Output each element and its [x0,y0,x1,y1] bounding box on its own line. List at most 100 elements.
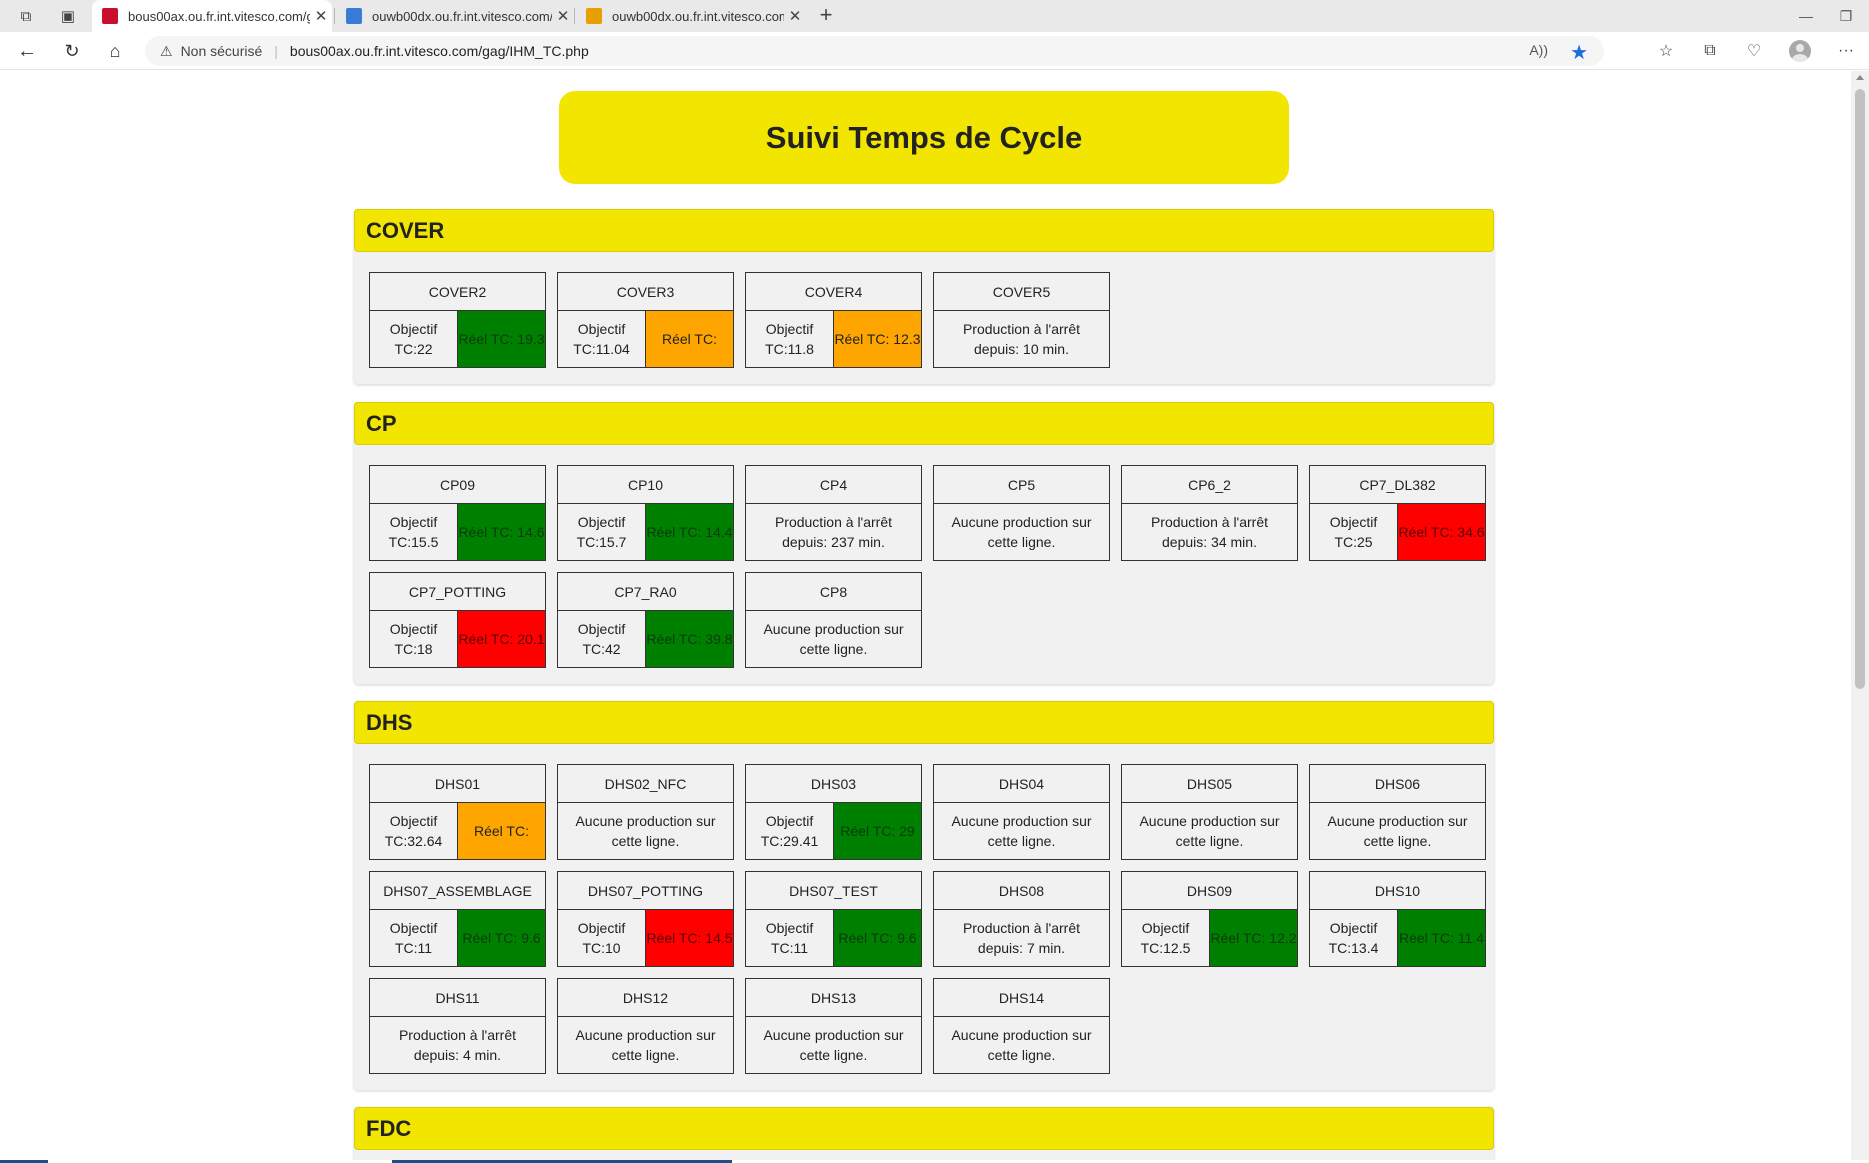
back-icon[interactable]: ← [12,37,42,65]
close-tab-icon[interactable]: ✕ [552,7,574,25]
section-cover: COVER COVER2 Objectif TC:22 Réel TC: 19.3 C… [354,209,1494,384]
line-name: CP7_DL382 [1310,466,1485,504]
line-name: CP8 [746,573,921,611]
read-aloud-icon[interactable]: A)) [1529,42,1548,58]
line-status-message: Production à l'arrêt depuis: 7 min. [962,920,1081,956]
collections-icon[interactable]: ⧉ [1696,38,1724,64]
close-tab-icon[interactable]: ✕ [310,7,332,25]
line-body: Objectif TC:15.5 Réel TC: 14.6 [370,504,545,560]
line-name: DHS13 [746,979,921,1017]
line-status-message: Production à l'arrêt depuis: 10 min. [962,321,1081,357]
line-card: COVER5 Production à l'arrêt depuis: 10 mi… [933,272,1110,368]
line-body: Objectif TC:11 Réel TC: 9.6 [746,910,921,966]
tab-title: ouwb00dx.ou.fr.int.vitesco.com/C [372,8,552,24]
line-status-message: Production à l'arrêt depuis: 237 min. [774,514,893,550]
line-card: DHS06 Aucune production sur cette ligne. [1309,764,1486,860]
line-card: CP7_POTTING Objectif TC:18 Réel TC: 20.1 [369,572,546,668]
refresh-icon[interactable]: ↻ [57,37,87,65]
actual-cycle-time: Réel TC: 29 [834,803,921,859]
actual-cycle-time: Réel TC: 9.6 [834,910,921,966]
address-bar[interactable]: ⚠ Non sécurisé | bous00ax.ou.fr.int.vite… [145,36,1604,66]
line-body: Production à l'arrêt depuis: 34 min. [1122,504,1297,560]
line-card: DHS04 Aucune production sur cette ligne. [933,764,1110,860]
warning-icon[interactable]: ⚠ [160,43,173,60]
tab-ouwb00dx-1[interactable]: ouwb00dx.ou.fr.int.vitesco.com/C ✕ [336,0,574,32]
profile-avatar[interactable] [1786,38,1814,64]
line-status-message: Aucune production sur cette ligne. [763,621,904,657]
line-body: Objectif TC:42 Réel TC: 39.8 [558,611,733,667]
line-card: CP8 Aucune production sur cette ligne. [745,572,922,668]
line-name: CP09 [370,466,545,504]
actual-cycle-time: Réel TC: [458,803,545,859]
line-status-message: Production à l'arrêt depuis: 34 min. [1150,514,1269,550]
objective-value: Objectif TC:22 [370,311,458,367]
line-card: DHS07_POTTING Objectif TC:10 Réel TC: 14.5 [557,871,734,967]
page-scrollbar[interactable] [1851,71,1869,1163]
line-name: COVER3 [558,273,733,311]
objective-value: Objectif TC:32.64 [370,803,458,859]
security-label[interactable]: Non sécurisé [181,43,263,59]
line-card: COVER2 Objectif TC:22 Réel TC: 19.3 [369,272,546,368]
line-status-message: Production à l'arrêt depuis: 4 min. [398,1027,517,1063]
line-body: Aucune production sur cette ligne. [934,504,1109,560]
line-card: DHS08 Production à l'arrêt depuis: 7 min. [933,871,1110,967]
line-card: DHS03 Objectif TC:29.41 Réel TC: 29 [745,764,922,860]
line-card: COVER3 Objectif TC:11.04 Réel TC: [557,272,734,368]
actual-cycle-time: Réel TC: 39.8 [646,611,733,667]
line-body: Objectif TC:32.64 Réel TC: [370,803,545,859]
line-body: Objectif TC:25 Réel TC: 34.6 [1310,504,1485,560]
line-name: DHS07_ASSEMBLAGE [370,872,545,910]
actual-cycle-time: Réel TC: 20.1 [458,611,545,667]
line-card: DHS13 Aucune production sur cette ligne. [745,978,922,1074]
section-header: FDC [354,1107,1494,1150]
browser-essentials-icon[interactable]: ♡ [1740,38,1768,64]
browser-toolbar: ← ↻ ⌂ ⚠ Non sécurisé | bous00ax.ou.fr.in… [0,32,1869,70]
site-favicon-icon [102,8,118,24]
new-tab-button[interactable]: + [812,2,840,30]
line-card: CP7_DL382 Objectif TC:25 Réel TC: 34.6 [1309,465,1486,561]
line-status-message: Aucune production sur cette ligne. [575,813,716,849]
line-card: CP5 Aucune production sur cette ligne. [933,465,1110,561]
section-dhs: DHS DHS01 Objectif TC:32.64 Réel TC: DHS02_… [354,701,1494,1090]
close-tab-icon[interactable]: ✕ [784,7,806,25]
vertical-tabs-icon[interactable]: ▣ [54,4,82,28]
line-card: DHS05 Aucune production sur cette ligne. [1121,764,1298,860]
line-name: CP10 [558,466,733,504]
line-body: Production à l'arrêt depuis: 10 min. [934,311,1109,367]
more-options-icon[interactable]: ··· [1832,38,1860,64]
line-body: Aucune production sur cette ligne. [1310,803,1485,859]
line-card: COVER4 Objectif TC:11.8 Réel TC: 12.3 [745,272,922,368]
line-name: DHS02_NFC [558,765,733,803]
minimize-icon[interactable]: — [1786,4,1826,28]
favorites-icon[interactable]: ☆ [1652,38,1680,64]
scroll-up-icon[interactable] [1856,75,1864,80]
section-header: COVER [354,209,1494,252]
section-cp: CP CP09 Objectif TC:15.5 Réel TC: 14.6 CP10… [354,402,1494,684]
objective-value: Objectif TC:15.7 [558,504,646,560]
workspaces-icon[interactable]: ⧉ [12,4,40,28]
home-icon[interactable]: ⌂ [100,37,130,65]
actual-cycle-time: Réel TC: 34.6 [1398,504,1485,560]
line-body: Objectif TC:11.8 Réel TC: 12.3 [746,311,921,367]
line-body: Production à l'arrêt depuis: 237 min. [746,504,921,560]
line-name: DHS05 [1122,765,1297,803]
tab-ihm-tc[interactable]: bous00ax.ou.fr.int.vitesco.com/gag/IHM_T… [92,0,332,32]
line-name: CP7_POTTING [370,573,545,611]
line-body: Objectif TC:18 Réel TC: 20.1 [370,611,545,667]
line-name: DHS04 [934,765,1109,803]
restore-icon[interactable]: ❐ [1826,4,1866,28]
section-body: CP09 Objectif TC:15.5 Réel TC: 14.6 CP10 Obj… [354,445,1494,684]
objective-value: Objectif TC:11 [746,910,834,966]
line-body: Objectif TC:12.5 Réel TC: 12.2 [1122,910,1297,966]
tab-title: bous00ax.ou.fr.int.vitesco.com/gag/IHM_T… [128,8,310,24]
line-body: Aucune production sur cette ligne. [746,1017,921,1073]
favorite-star-icon[interactable]: ★ [1570,40,1588,65]
scrollbar-thumb[interactable] [1855,89,1865,689]
line-body: Objectif TC:11.04 Réel TC: [558,311,733,367]
page-title: Suivi Temps de Cycle [559,91,1289,184]
line-body: Aucune production sur cette ligne. [746,611,921,667]
tab-ouwb00dx-2[interactable]: ouwb00dx.ou.fr.int.vitesco.com / ✕ [576,0,806,32]
line-card: DHS01 Objectif TC:32.64 Réel TC: [369,764,546,860]
tab-separator [574,8,575,24]
url-text[interactable]: bous00ax.ou.fr.int.vitesco.com/gag/IHM_T… [290,43,589,59]
